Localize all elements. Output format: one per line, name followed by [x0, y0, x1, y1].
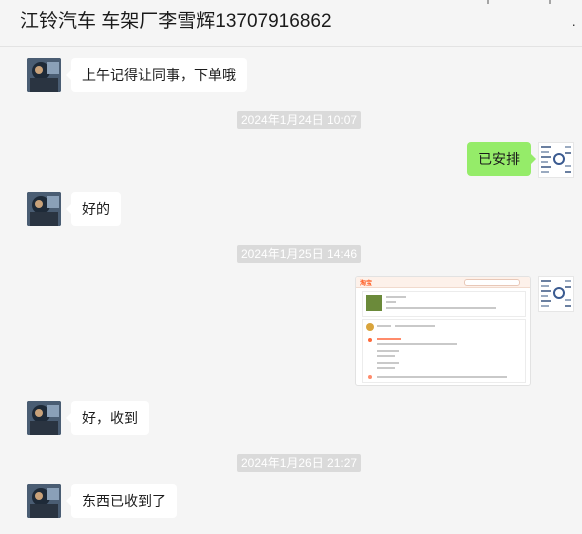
- contact-avatar[interactable]: [27, 401, 61, 435]
- avatar-photo-icon: [27, 58, 61, 92]
- avatar-photo-icon: [27, 484, 61, 518]
- taobao-logo: 淘宝: [360, 281, 373, 287]
- chat-title: 江铃汽车 车架厂李雪辉13707916862: [20, 11, 332, 32]
- timestamp: 2024年1月25日 14:46: [237, 245, 362, 263]
- avatar-photo-icon: [27, 192, 61, 226]
- timestamp: 2024年1月26日 21:27: [237, 454, 362, 472]
- image-search-box: [464, 279, 520, 286]
- self-avatar[interactable]: [538, 276, 574, 312]
- image-card-product: [362, 291, 526, 317]
- contact-avatar[interactable]: [27, 58, 61, 92]
- close-icon[interactable]: [545, 0, 555, 4]
- pin-icon[interactable]: [483, 0, 493, 4]
- more-dots-icon[interactable]: ·: [571, 16, 576, 32]
- timestamp: 2024年1月24日 10:07: [237, 111, 362, 129]
- taobao-header: 淘宝: [356, 277, 530, 288]
- chat-header: 江铃汽车 车架厂李雪辉13707916862 ·: [0, 0, 582, 47]
- message-bubble[interactable]: 东西已收到了: [66, 484, 177, 518]
- message-bubble[interactable]: 好的: [66, 192, 121, 226]
- avatar-photo-icon: [27, 401, 61, 435]
- image-message[interactable]: 淘宝: [355, 276, 531, 386]
- message-bubble[interactable]: 好，收到: [66, 401, 149, 435]
- image-card-logistics: [362, 319, 526, 383]
- message-bubble[interactable]: 上午记得让同事，下单哦: [66, 58, 247, 92]
- contact-avatar[interactable]: [27, 192, 61, 226]
- qr-code-avatar-icon: [539, 143, 573, 177]
- self-avatar[interactable]: [538, 142, 574, 178]
- qr-code-avatar-icon: [539, 277, 573, 311]
- contact-avatar[interactable]: [27, 484, 61, 518]
- message-bubble-self[interactable]: 已安排: [467, 142, 536, 176]
